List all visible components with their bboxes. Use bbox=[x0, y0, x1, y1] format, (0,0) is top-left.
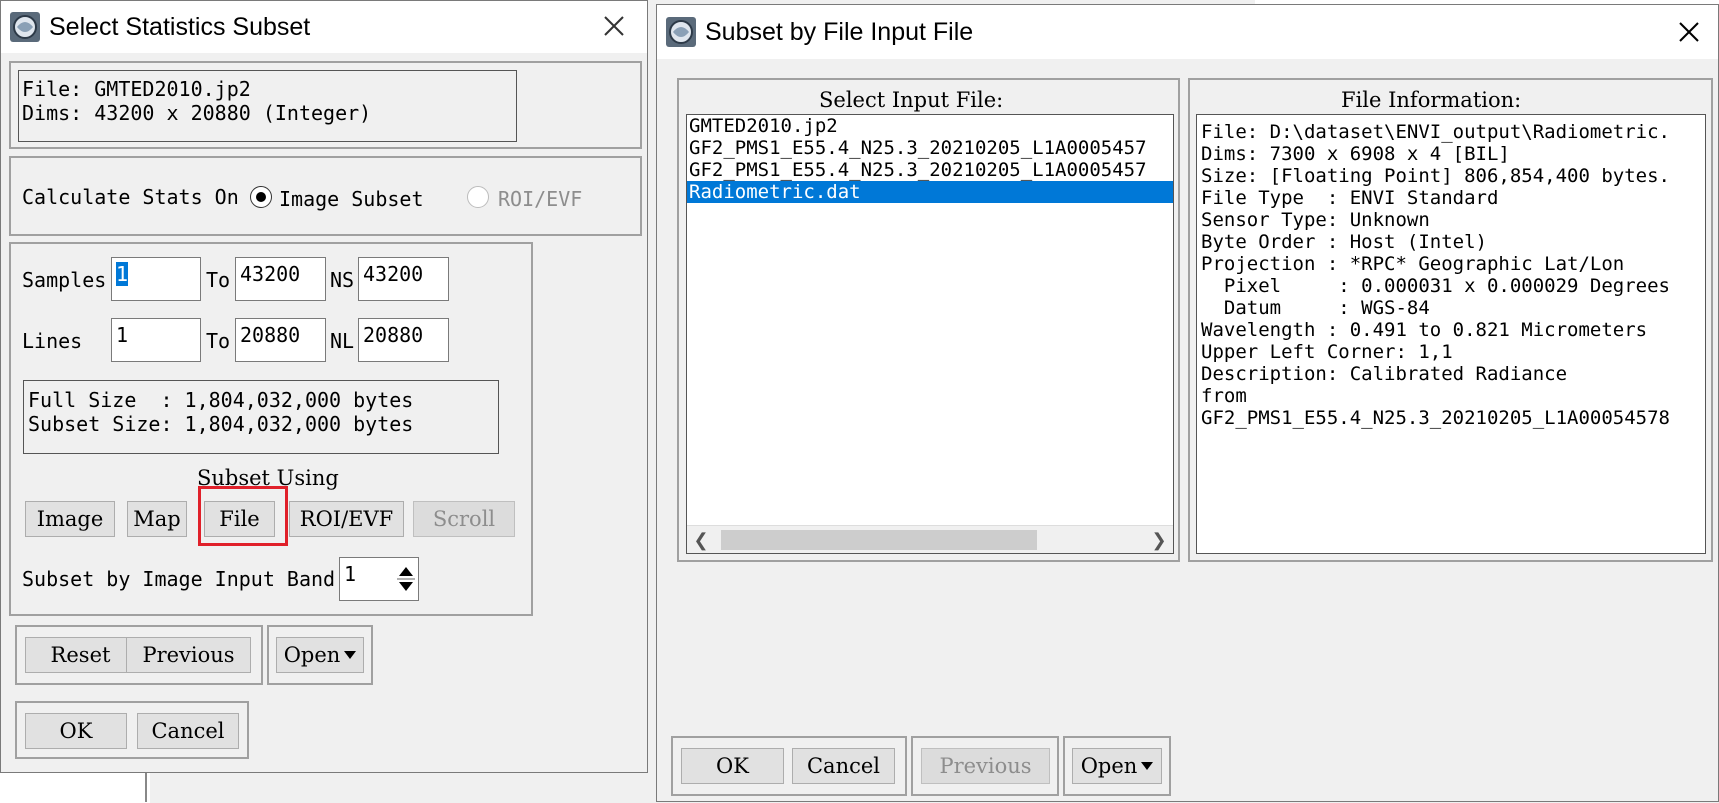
input-file-list[interactable]: GMTED2010.jp2 GF2_PMS1_E55.4_N25.3_202102… bbox=[686, 114, 1174, 554]
previous-button[interactable]: Previous bbox=[126, 637, 251, 673]
envi-app-icon bbox=[666, 17, 696, 47]
ok-button[interactable]: OK bbox=[25, 713, 127, 749]
envi-app-icon bbox=[10, 12, 40, 42]
nl-label: NL bbox=[330, 329, 355, 353]
lines-label: Lines bbox=[22, 329, 83, 353]
band-value: 1 bbox=[344, 562, 357, 586]
full-size-line: Full Size : 1,804,032,000 bytes bbox=[28, 388, 414, 412]
file-info-line: Datum : WGS-84 bbox=[1201, 297, 1430, 319]
file-info-line: from bbox=[1201, 385, 1247, 407]
title-bar: Select Statistics Subset bbox=[1, 1, 647, 53]
subset-by-file-window: Subset by File Input File Select Input F… bbox=[656, 4, 1719, 802]
calculate-stats-label: Calculate Stats On bbox=[22, 185, 239, 209]
file-info-line: Upper Left Corner: 1,1 bbox=[1201, 341, 1453, 363]
scroll-right-icon[interactable]: ❯ bbox=[1149, 528, 1169, 552]
file-info-line: Wavelength : 0.491 to 0.821 Micrometers bbox=[1201, 319, 1648, 341]
file-information-header: File Information: bbox=[1341, 88, 1522, 112]
file-list-item[interactable]: GMTED2010.jp2 bbox=[687, 115, 1173, 137]
samples-to-label: To bbox=[206, 268, 231, 292]
file-list-item[interactable]: GF2_PMS1_E55.4_N25.3_20210205_L1A0005457 bbox=[687, 159, 1173, 181]
band-spinner[interactable]: 1 bbox=[339, 557, 419, 601]
horizontal-scrollbar[interactable]: ❮ ❯ bbox=[687, 525, 1173, 553]
image-button[interactable]: Image bbox=[25, 501, 115, 537]
previous-button[interactable]: Previous bbox=[921, 748, 1050, 784]
reset-button[interactable]: Reset bbox=[25, 637, 136, 673]
samples-label: Samples bbox=[22, 268, 107, 292]
file-info-line: Byte Order : Host (Intel) bbox=[1201, 231, 1487, 253]
scroll-left-icon[interactable]: ❮ bbox=[691, 528, 711, 552]
file-info-line: Size: [Floating Point] 806,854,400 bytes… bbox=[1201, 165, 1670, 187]
background-app-strip bbox=[0, 770, 150, 803]
cancel-button[interactable]: Cancel bbox=[137, 713, 239, 749]
file-info-line: Projection : *RPC* Geographic Lat/Lon bbox=[1201, 253, 1625, 275]
file-button-highlight bbox=[198, 486, 288, 546]
roi-evf-button[interactable]: ROI/EVF bbox=[289, 501, 404, 537]
lines-from-field[interactable]: 1 bbox=[111, 318, 201, 362]
nl-field[interactable]: 20880 bbox=[358, 318, 449, 362]
ok-button[interactable]: OK bbox=[681, 748, 784, 784]
close-icon[interactable] bbox=[599, 11, 629, 41]
file-info-line: Pixel : 0.000031 x 0.000029 Degrees bbox=[1201, 275, 1670, 297]
file-list-item[interactable]: GF2_PMS1_E55.4_N25.3_20210205_L1A0005457 bbox=[687, 137, 1173, 159]
open-dropdown-button[interactable]: Open bbox=[276, 637, 364, 673]
file-name-line: File: GMTED2010.jp2 bbox=[22, 77, 251, 101]
select-statistics-subset-window: Select Statistics Subset File: GMTED2010… bbox=[0, 0, 648, 773]
file-list-item[interactable]: Radiometric.dat bbox=[687, 181, 1173, 203]
band-label: Subset by Image Input Band bbox=[22, 567, 336, 591]
dropdown-arrow-icon bbox=[1141, 762, 1154, 770]
title-bar: Subset by File Input File bbox=[657, 5, 1718, 59]
roi-evf-radio-label: ROI/EVF bbox=[498, 187, 583, 211]
ns-field[interactable]: 43200 bbox=[358, 257, 449, 301]
ns-label: NS bbox=[330, 268, 355, 292]
file-information-panel: File: D:\dataset\ENVI_output\Radiometric… bbox=[1196, 114, 1706, 554]
subset-size-line: Subset Size: 1,804,032,000 bytes bbox=[28, 412, 414, 436]
file-info-line: Sensor Type: Unknown bbox=[1201, 209, 1430, 231]
file-info-line: GF2_PMS1_E55.4_N25.3_20210205_L1A0005457… bbox=[1201, 407, 1670, 429]
open-dropdown-button[interactable]: Open bbox=[1072, 748, 1162, 784]
image-subset-label[interactable]: Image Subset bbox=[279, 187, 424, 211]
file-info-line: Dims: 7300 x 6908 x 4 [BIL] bbox=[1201, 143, 1510, 165]
lines-to-label: To bbox=[206, 329, 231, 353]
samples-to-field[interactable]: 43200 bbox=[235, 257, 326, 301]
dropdown-arrow-icon bbox=[344, 651, 357, 659]
roi-evf-radio[interactable] bbox=[467, 186, 489, 208]
dims-line: Dims: 43200 x 20880 (Integer) bbox=[22, 101, 372, 125]
file-info-line: Description: Calibrated Radiance bbox=[1201, 363, 1568, 385]
scroll-thumb[interactable] bbox=[721, 530, 1037, 550]
close-icon[interactable] bbox=[1674, 17, 1704, 47]
spinner-arrows-icon[interactable] bbox=[396, 563, 416, 595]
lines-to-field[interactable]: 20880 bbox=[235, 318, 326, 362]
window-title: Select Statistics Subset bbox=[49, 12, 311, 41]
cancel-button[interactable]: Cancel bbox=[792, 748, 895, 784]
image-subset-radio[interactable] bbox=[250, 186, 272, 208]
file-info-line: File: D:\dataset\ENVI_output\Radiometric… bbox=[1201, 121, 1670, 143]
select-input-header: Select Input File: bbox=[819, 88, 1004, 112]
samples-from-field[interactable]: 1 bbox=[111, 257, 201, 301]
scroll-button[interactable]: Scroll bbox=[413, 501, 515, 537]
map-button[interactable]: Map bbox=[127, 501, 187, 537]
window-title: Subset by File Input File bbox=[705, 17, 974, 46]
file-info-line: File Type : ENVI Standard bbox=[1201, 187, 1499, 209]
